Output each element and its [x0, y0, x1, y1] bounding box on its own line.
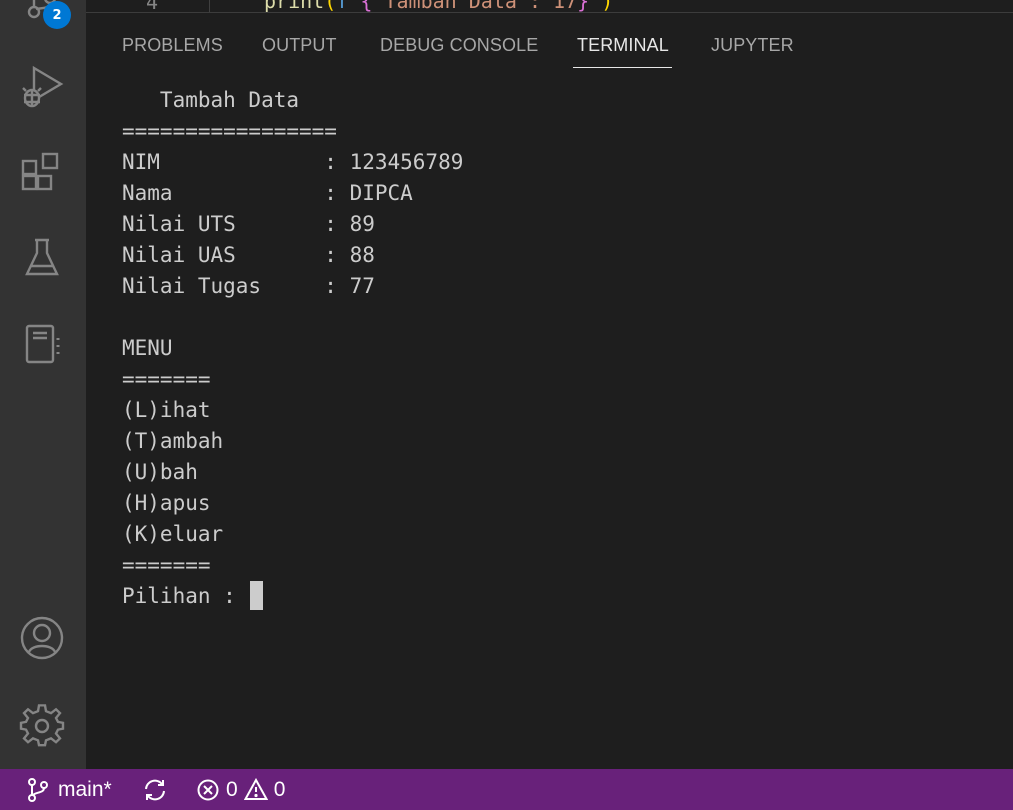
code-prefix: f: [336, 0, 349, 12]
terminal-line: (T)ambah: [122, 429, 224, 453]
code-str2: 'Tambah Data': [372, 0, 529, 12]
terminal-line: (K)eluar: [122, 522, 224, 546]
tab-terminal[interactable]: TERMINAL: [577, 35, 669, 56]
terminal-line: MENU: [122, 336, 173, 360]
terminal-line: =======: [122, 367, 211, 391]
notebook-icon[interactable]: [18, 320, 66, 368]
terminal-prompt-line[interactable]: Pilihan :: [122, 580, 1002, 612]
warning-count: 0: [273, 777, 286, 801]
sync-button[interactable]: [142, 769, 168, 810]
code-close: ): [601, 0, 614, 12]
git-branch-icon: [26, 777, 50, 803]
status-bar: main* 0 0: [0, 769, 1013, 810]
terminal-line: Nilai UAS : 88: [122, 243, 375, 267]
error-icon: [196, 778, 220, 802]
code-str3: ": [589, 0, 602, 12]
editor-strip: 4 print(f"{'Tambah Data':^17}"): [86, 0, 1013, 12]
terminal-line: =================: [122, 119, 337, 143]
terminal-line: Nilai Tugas : 77: [122, 274, 375, 298]
line-number: 4: [146, 0, 159, 12]
active-tab-indicator: [573, 67, 672, 68]
manage-gear-icon[interactable]: [18, 702, 66, 750]
problems-indicator[interactable]: 0 0: [196, 769, 285, 810]
code-open: (: [324, 0, 337, 12]
code-fn: print: [264, 0, 325, 12]
warning-icon: [243, 777, 268, 802]
code-fmt: :^17: [528, 0, 578, 12]
branch-indicator[interactable]: main*: [26, 769, 112, 810]
code-str1: ": [348, 0, 361, 12]
tab-problems[interactable]: PROBLEMS: [122, 35, 223, 56]
terminal-line: Nilai UTS : 89: [122, 212, 375, 236]
account-icon[interactable]: [18, 614, 66, 662]
code-brace-open: {: [360, 0, 373, 12]
terminal-line: (L)ihat: [122, 398, 211, 422]
code-line: print(f"{'Tambah Data':^17}"): [264, 0, 613, 12]
panel-tabs: PROBLEMS OUTPUT DEBUG CONSOLE TERMINAL J…: [86, 13, 1013, 73]
terminal-output[interactable]: Tambah Data ================= NIM : 1234…: [122, 85, 1002, 612]
tab-debug-console[interactable]: DEBUG CONSOLE: [380, 35, 538, 56]
terminal-cursor: [250, 580, 264, 610]
activity-bar: 2: [0, 0, 86, 769]
tab-output[interactable]: OUTPUT: [262, 35, 337, 56]
terminal-line: (U)bah: [122, 460, 198, 484]
gutter-divider: [209, 0, 210, 12]
terminal-prompt: Pilihan :: [122, 584, 249, 608]
terminal-line: Nama : DIPCA: [122, 181, 413, 205]
error-count: 0: [226, 777, 238, 801]
terminal-line: Tambah Data: [122, 88, 300, 112]
terminal-line: NIM : 123456789: [122, 150, 464, 174]
code-brace-close: }: [577, 0, 590, 12]
terminal-line: (H)apus: [122, 491, 211, 515]
source-control-badge: 2: [43, 1, 71, 29]
sync-icon: [142, 778, 168, 802]
terminal-line: =======: [122, 553, 211, 577]
run-debug-icon[interactable]: [18, 62, 66, 110]
testing-icon[interactable]: [18, 234, 66, 282]
branch-name: main*: [58, 777, 112, 801]
tab-jupyter[interactable]: JUPYTER: [711, 35, 794, 56]
extensions-icon[interactable]: [18, 148, 66, 196]
